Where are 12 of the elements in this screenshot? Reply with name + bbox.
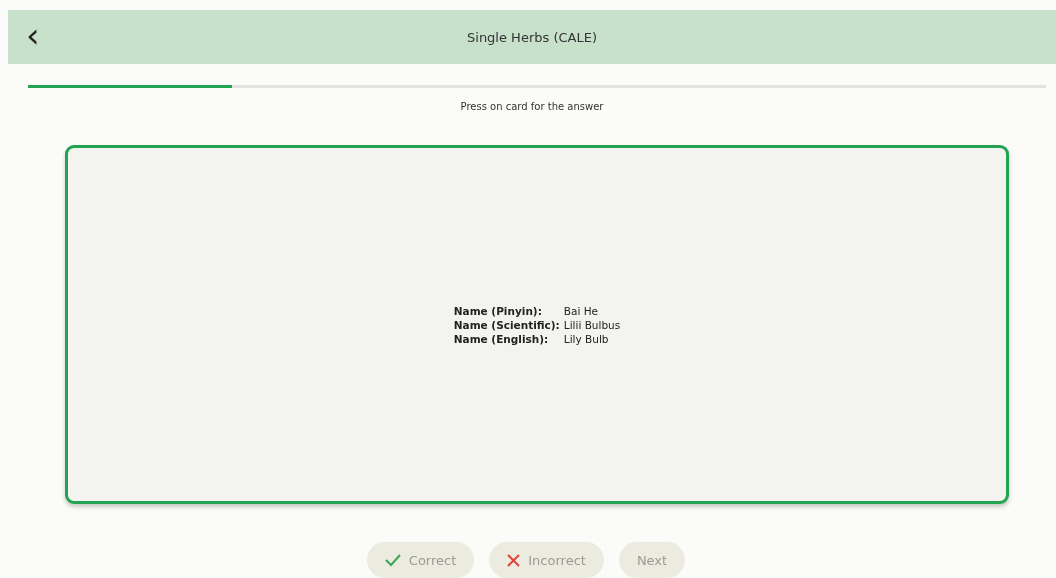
- hint-text: Press on card for the answer: [460, 101, 604, 112]
- field-label: Name (English):: [453, 332, 550, 345]
- field-value: Lilii Bulbus: [563, 318, 621, 331]
- field-label: Name (Pinyin):: [453, 304, 543, 317]
- field-value: Lily Bulb: [563, 332, 610, 345]
- screen-title: Single Herbs (CALE): [467, 29, 597, 45]
- check-icon: [384, 553, 401, 567]
- close-icon: [507, 553, 521, 567]
- back-button[interactable]: ‹: [20, 20, 46, 50]
- field-value: Bai He: [563, 304, 600, 317]
- flash-card[interactable]: Name (Pinyin): Bai He Name (Scientific): Lilii Bulbus Name (English): Lily Bulb: [65, 145, 1009, 504]
- field-label: Name (Scientific):: [453, 318, 560, 331]
